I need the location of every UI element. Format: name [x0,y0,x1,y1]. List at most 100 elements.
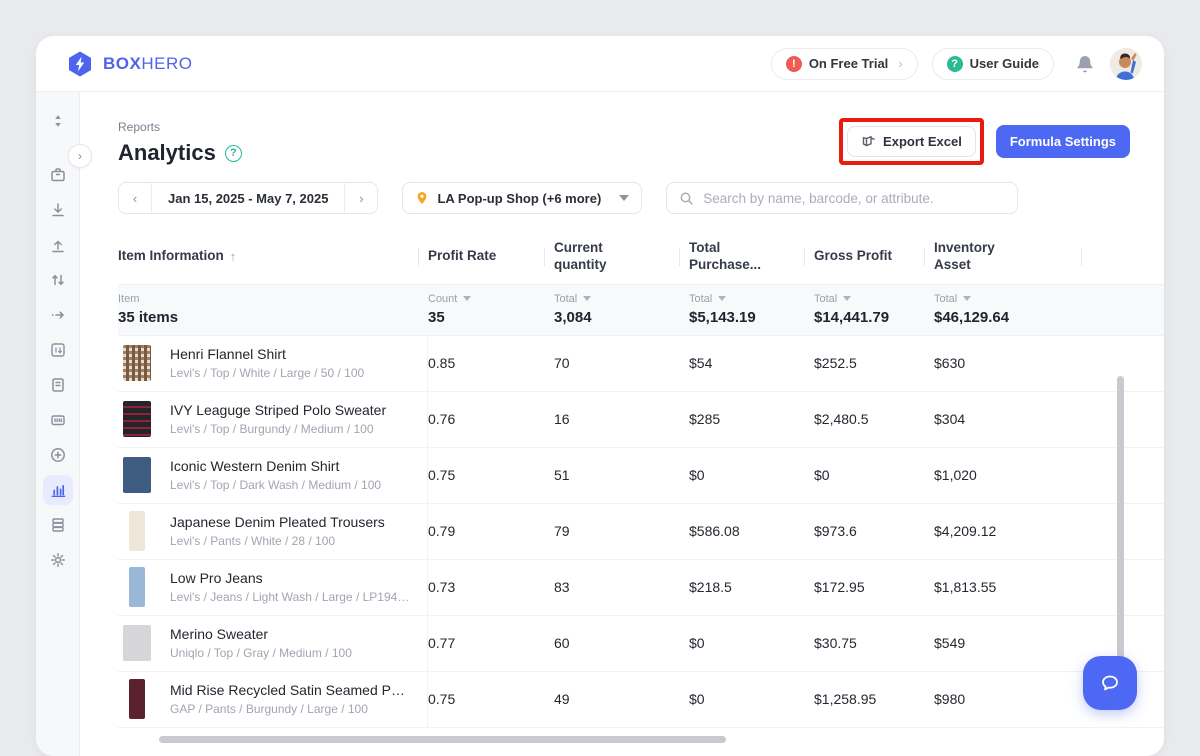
summary-profit-rate: Count 35 [428,285,554,335]
page-title: Analytics [118,140,216,166]
column-total-purchase[interactable]: Total Purchase... [689,230,814,284]
app-window: BOXHERO ! On Free Trial › ? User Guide [36,36,1164,756]
notification-bell-icon[interactable] [1074,53,1096,75]
move-stock-icon[interactable] [43,300,73,330]
stock-out-icon[interactable] [43,230,73,260]
annotation-highlight-box: Export Excel [839,118,984,165]
total-purchase-value: $0 [689,616,814,671]
add-circle-icon[interactable] [43,440,73,470]
current-quantity-value: 16 [554,392,689,447]
date-prev-button[interactable]: ‹ [119,183,151,213]
table-row[interactable]: Mid Rise Recycled Satin Seamed Pants GAP… [118,672,1164,728]
horizontal-scrollbar[interactable] [159,736,726,743]
item-image [118,565,156,609]
summary-item-count: 35 items [118,309,418,326]
item-thumbnail [129,567,145,607]
brand-name: BOXHERO [103,54,192,74]
profit-rate-value: 0.76 [428,392,554,447]
sort-handle-icon[interactable] [43,106,73,136]
current-quantity-value: 60 [554,616,689,671]
item-name: Henri Flannel Shirt [170,346,364,362]
analytics-help-icon[interactable]: ? [225,145,242,162]
column-inventory-asset[interactable]: Inventory Asset [934,230,1082,284]
date-next-button[interactable]: › [345,183,377,213]
profit-rate-value: 0.75 [428,448,554,503]
main-content: Reports Analytics ? Export Excel Formula… [80,92,1164,756]
item-image [118,677,156,721]
user-guide-label: User Guide [970,56,1039,71]
column-gross-profit[interactable]: Gross Profit [814,230,934,284]
summary-row: Item 35 items Count 35 Total 3,084 Total… [118,284,1164,336]
profit-rate-value: 0.77 [428,616,554,671]
current-quantity-value: 79 [554,504,689,559]
user-avatar[interactable] [1110,48,1142,80]
profit-rate-value: 0.85 [428,336,554,391]
profit-rate-value: 0.73 [428,560,554,615]
item-image [118,509,156,553]
item-image [118,397,156,441]
gross-profit-value: $1,258.95 [814,672,934,727]
summary-gross-profit: Total $14,441.79 [814,285,934,335]
trial-label: On Free Trial [809,56,888,71]
total-purchase-value: $0 [689,672,814,727]
date-range-picker: ‹ Jan 15, 2025 - May 7, 2025 › [118,182,378,214]
current-quantity-value: 51 [554,448,689,503]
current-quantity-value: 49 [554,672,689,727]
adjust-icon[interactable] [43,265,73,295]
item-attributes: Levi's / Top / Burgundy / Medium / 100 [170,422,386,436]
settings-gear-icon[interactable] [43,545,73,575]
vertical-scrollbar[interactable] [1117,376,1124,688]
sidebar [36,92,80,756]
table-row[interactable]: IVY Leaguge Striped Polo Sweater Levi's … [118,392,1164,448]
table-row[interactable]: Iconic Western Denim Shirt Levi's / Top … [118,448,1164,504]
item-image [118,621,156,665]
items-box-icon[interactable] [43,160,73,190]
stock-in-icon[interactable] [43,195,73,225]
table-row[interactable]: Henri Flannel Shirt Levi's / Top / White… [118,336,1164,392]
table-header: Item Information ↑ Profit Rate Current q… [118,230,1164,284]
summary-quantity: Total 3,084 [554,285,689,335]
inventory-asset-value: $1,813.55 [934,560,1082,615]
inventory-asset-value: $4,209.12 [934,504,1082,559]
guide-question-icon: ? [947,56,963,72]
search-field[interactable] [666,182,1018,214]
column-profit-rate[interactable]: Profit Rate [428,230,554,284]
export-excel-button[interactable]: Export Excel [847,126,976,157]
date-range-label[interactable]: Jan 15, 2025 - May 7, 2025 [151,183,345,213]
chat-support-button[interactable] [1083,656,1137,710]
table-row[interactable]: Merino Sweater Uniqlo / Top / Gray / Med… [118,616,1164,672]
gross-profit-value: $973.6 [814,504,934,559]
free-trial-button[interactable]: ! On Free Trial › [771,48,918,80]
history-list-icon[interactable] [43,370,73,400]
table-row[interactable]: Japanese Denim Pleated Trousers Levi's /… [118,504,1164,560]
item-image [118,341,156,385]
column-current-quantity[interactable]: Current quantity [554,230,689,284]
brand-logo[interactable]: BOXHERO [66,50,192,78]
item-thumbnail [129,511,145,551]
total-purchase-value: $0 [689,448,814,503]
item-attributes: Uniqlo / Top / Gray / Medium / 100 [170,646,352,660]
boxhero-logo-icon [66,50,94,78]
agg-dropdown-icon [463,296,471,301]
total-purchase-value: $285 [689,392,814,447]
item-attributes: Levi's / Top / Dark Wash / Medium / 100 [170,478,381,492]
inventory-asset-value: $549 [934,616,1082,671]
formula-settings-button[interactable]: Formula Settings [996,125,1130,158]
item-thumbnail [123,345,151,381]
current-quantity-value: 70 [554,336,689,391]
data-center-icon[interactable] [43,510,73,540]
gross-profit-value: $2,480.5 [814,392,934,447]
barcode-label-icon[interactable] [43,405,73,435]
item-thumbnail [129,679,145,719]
sidebar-expand-button[interactable]: › [68,144,92,168]
user-guide-button[interactable]: ? User Guide [932,48,1054,80]
sort-asc-icon: ↑ [230,249,237,265]
location-filter[interactable]: LA Pop-up Shop (+6 more) [402,182,642,214]
search-input[interactable] [703,191,1005,206]
analytics-icon[interactable] [43,475,73,505]
column-item-information[interactable]: Item Information ↑ [118,230,428,284]
topbar: BOXHERO ! On Free Trial › ? User Guide [36,36,1164,92]
table-row[interactable]: Low Pro Jeans Levi's / Jeans / Light Was… [118,560,1164,616]
transactions-icon[interactable] [43,335,73,365]
inventory-asset-value: $1,020 [934,448,1082,503]
